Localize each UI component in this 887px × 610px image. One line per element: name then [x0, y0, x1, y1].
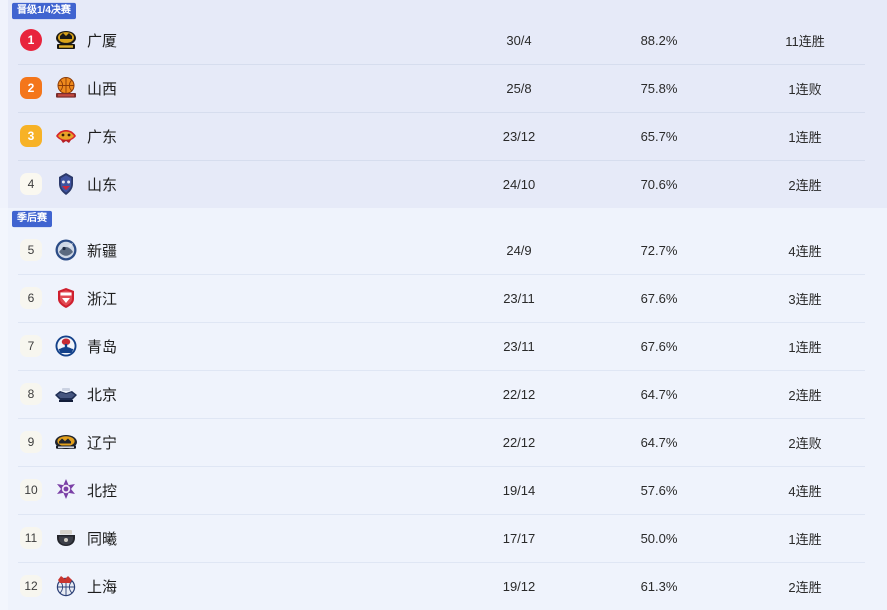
record-cell: 19/14 [459, 483, 579, 498]
team-name[interactable]: 北京 [87, 384, 117, 405]
rank-badge: 9 [20, 431, 42, 453]
section-tag-playoff: 季后赛 [12, 211, 52, 227]
streak-cell: 4连胜 [745, 481, 865, 500]
section-tag-qualify: 晋级1/4决赛 [12, 3, 76, 19]
record-cell: 19/12 [459, 579, 579, 594]
rank-badge: 8 [20, 383, 42, 405]
record-cell: 22/12 [459, 387, 579, 402]
team-name[interactable]: 辽宁 [87, 432, 117, 453]
table-row[interactable]: 3 广东 23/12 65.7% 1连胜 [0, 112, 887, 160]
tongxi-logo [53, 525, 79, 551]
streak-cell: 3连胜 [745, 289, 865, 308]
team-name[interactable]: 山东 [87, 174, 117, 195]
table-row[interactable]: 8 北京 22/12 64.7% 2连胜 [0, 370, 887, 418]
streak-cell: 1连败 [745, 79, 865, 98]
win-percentage-cell: 72.7% [599, 243, 719, 258]
team-name[interactable]: 新疆 [87, 240, 117, 261]
team-name[interactable]: 广东 [87, 126, 117, 147]
team-name[interactable]: 浙江 [87, 288, 117, 309]
record-cell: 25/8 [459, 81, 579, 96]
rank-badge: 7 [20, 335, 42, 357]
record-cell: 23/11 [459, 291, 579, 306]
streak-cell: 1连胜 [745, 529, 865, 548]
rank-badge: 10 [20, 479, 42, 501]
zhejiang-logo [53, 285, 79, 311]
win-percentage-cell: 67.6% [599, 339, 719, 354]
streak-cell: 2连胜 [745, 385, 865, 404]
win-percentage-cell: 65.7% [599, 129, 719, 144]
table-row[interactable]: 12 上海 19/12 61.3% 2连胜 [0, 562, 887, 610]
team-name[interactable]: 北控 [87, 480, 117, 501]
record-cell: 17/17 [459, 531, 579, 546]
win-percentage-cell: 75.8% [599, 81, 719, 96]
win-percentage-cell: 61.3% [599, 579, 719, 594]
table-row[interactable]: 11 同曦 17/17 50.0% 1连胜 [0, 514, 887, 562]
rank-badge: 11 [20, 527, 42, 549]
table-row[interactable]: 9 辽宁 22/12 64.7% 2连败 [0, 418, 887, 466]
streak-cell: 4连胜 [745, 241, 865, 260]
xinjiang-logo [53, 237, 79, 263]
table-row[interactable]: 4 山东 24/10 70.6% 2连胜 [0, 160, 887, 208]
rank-badge: 2 [20, 77, 42, 99]
rank-badge: 6 [20, 287, 42, 309]
win-percentage-cell: 64.7% [599, 435, 719, 450]
record-cell: 23/11 [459, 339, 579, 354]
rank-badge: 3 [20, 125, 42, 147]
rank-badge: 12 [20, 575, 42, 597]
win-percentage-cell: 64.7% [599, 387, 719, 402]
team-name[interactable]: 青岛 [87, 336, 117, 357]
standings-table: 晋级1/4决赛 1 广厦 30/4 88.2% 11连胜 2 山西 25/8 75.8% 1连败 3 广… [0, 0, 887, 587]
table-row[interactable]: 7 青岛 23/11 67.6% 1连胜 [0, 322, 887, 370]
rank-badge: 4 [20, 173, 42, 195]
guangdong-logo [53, 123, 79, 149]
win-percentage-cell: 88.2% [599, 33, 719, 48]
liaoning-logo [53, 429, 79, 455]
section-badge-row: 晋级1/4决赛 [0, 0, 887, 16]
rank-badge: 5 [20, 239, 42, 261]
shanghai-logo [53, 573, 79, 599]
section-badge-row: 季后赛 [0, 208, 887, 226]
rank-badge: 1 [20, 29, 42, 51]
streak-cell: 11连胜 [745, 31, 865, 50]
guangsha-logo [53, 27, 79, 53]
table-row[interactable]: 6 浙江 23/11 67.6% 3连胜 [0, 274, 887, 322]
win-percentage-cell: 50.0% [599, 531, 719, 546]
record-cell: 24/9 [459, 243, 579, 258]
beijing-logo [53, 381, 79, 407]
beikong-logo [53, 477, 79, 503]
shanxi-logo [53, 75, 79, 101]
table-row[interactable]: 5 新疆 24/9 72.7% 4连胜 [0, 226, 887, 274]
team-name[interactable]: 上海 [87, 576, 117, 597]
streak-cell: 2连胜 [745, 175, 865, 194]
section-qualify: 晋级1/4决赛 1 广厦 30/4 88.2% 11连胜 2 山西 25/8 75.8% 1连败 3 广… [0, 0, 887, 208]
streak-cell: 1连胜 [745, 337, 865, 356]
team-name[interactable]: 山西 [87, 78, 117, 99]
table-row[interactable]: 10 北控 19/14 57.6% 4连胜 [0, 466, 887, 514]
table-row[interactable]: 1 广厦 30/4 88.2% 11连胜 [0, 16, 887, 64]
win-percentage-cell: 67.6% [599, 291, 719, 306]
win-percentage-cell: 57.6% [599, 483, 719, 498]
qingdao-logo [53, 333, 79, 359]
streak-cell: 2连胜 [745, 577, 865, 596]
record-cell: 23/12 [459, 129, 579, 144]
streak-cell: 2连败 [745, 433, 865, 452]
record-cell: 22/12 [459, 435, 579, 450]
record-cell: 24/10 [459, 177, 579, 192]
team-name[interactable]: 同曦 [87, 528, 117, 549]
team-name[interactable]: 广厦 [87, 30, 117, 51]
shandong-logo [53, 171, 79, 197]
record-cell: 30/4 [459, 33, 579, 48]
section-playoff: 季后赛 5 新疆 24/9 72.7% 4连胜 6 浙江 23/11 67.6% 3连胜 7 青岛 23/… [0, 208, 887, 610]
table-row[interactable]: 2 山西 25/8 75.8% 1连败 [0, 64, 887, 112]
win-percentage-cell: 70.6% [599, 177, 719, 192]
streak-cell: 1连胜 [745, 127, 865, 146]
